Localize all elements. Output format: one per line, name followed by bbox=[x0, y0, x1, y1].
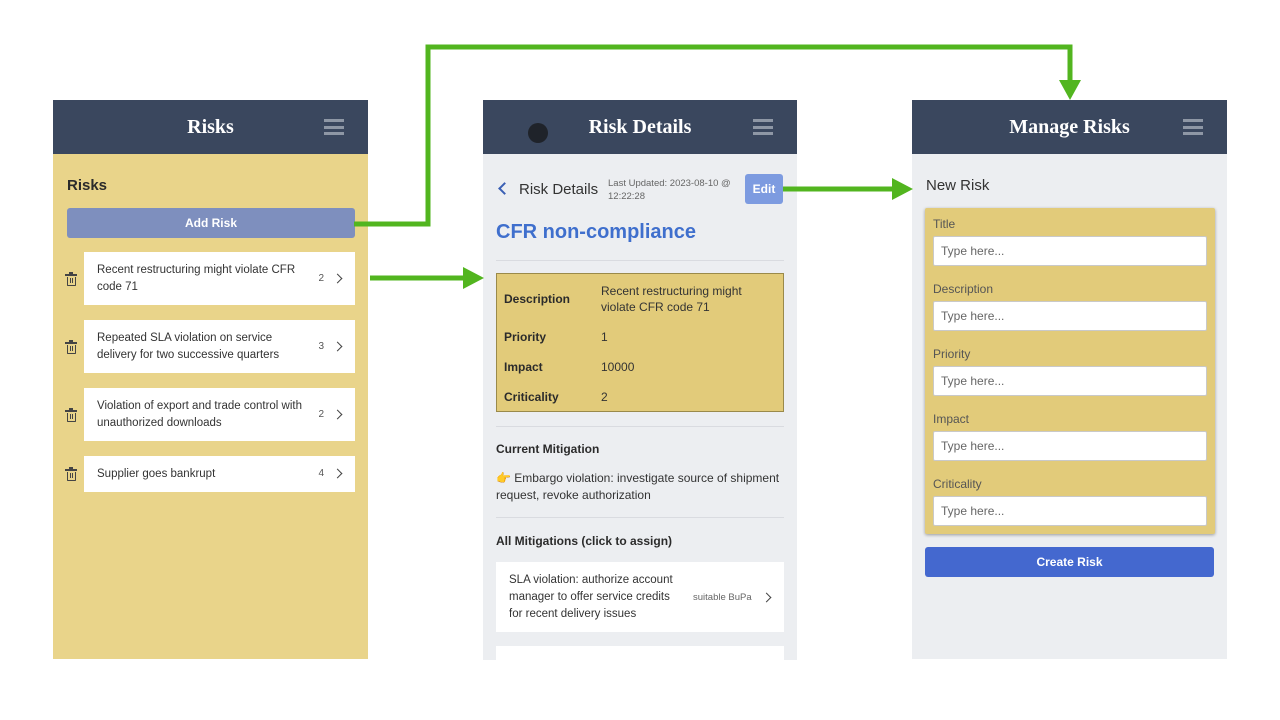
priority-label: Priority bbox=[504, 330, 547, 344]
description-label: Description bbox=[933, 282, 994, 296]
mitigation-tag: suitable BuPa bbox=[693, 592, 752, 603]
flow-arrow-head bbox=[1059, 80, 1081, 100]
risk-item-text: Violation of export and trade control wi… bbox=[97, 400, 302, 429]
menu-icon[interactable] bbox=[1183, 119, 1203, 135]
description-label: Description bbox=[504, 292, 571, 306]
last-updated: Last Updated: 2023-08-10 @ 12:22:28 bbox=[608, 178, 731, 202]
criticality-input[interactable] bbox=[933, 496, 1207, 526]
chevron-right-icon bbox=[332, 409, 343, 420]
risk-list-item[interactable]: Violation of export and trade control wi… bbox=[84, 388, 355, 441]
risk-list-item[interactable]: Repeated SLA violation on service delive… bbox=[84, 320, 355, 373]
title-input[interactable] bbox=[933, 236, 1207, 266]
description-input[interactable] bbox=[933, 301, 1207, 331]
chevron-right-icon bbox=[332, 273, 343, 284]
risk-item-count: 4 bbox=[318, 468, 324, 479]
risk-item-text: Supplier goes bankrupt bbox=[97, 468, 216, 480]
risks-topbar-title: Risks bbox=[187, 116, 234, 138]
mitigation-text: SLA violation: authorize account manager… bbox=[509, 574, 673, 620]
all-mitigations-heading: All Mitigations (click to assign) bbox=[496, 534, 673, 548]
create-risk-button[interactable]: Create Risk bbox=[925, 547, 1214, 577]
trash-icon[interactable] bbox=[65, 272, 77, 286]
criticality-value: 2 bbox=[601, 390, 608, 404]
divider bbox=[496, 517, 784, 518]
trash-icon[interactable] bbox=[65, 340, 77, 354]
chevron-right-icon bbox=[761, 592, 772, 603]
impact-label: Impact bbox=[504, 360, 543, 374]
trash-icon[interactable] bbox=[65, 467, 77, 481]
risk-title: CFR non-compliance bbox=[496, 221, 697, 243]
trash-icon[interactable] bbox=[65, 408, 77, 422]
details-topbar-title: Risk Details bbox=[588, 116, 692, 138]
divider bbox=[496, 426, 784, 427]
flow-arrow-head bbox=[463, 267, 484, 289]
current-mitigation-heading: Current Mitigation bbox=[496, 442, 600, 456]
risk-detail-table: Description Recent restructuring might v… bbox=[496, 273, 784, 412]
chevron-left-icon[interactable] bbox=[498, 182, 511, 195]
priority-value: 1 bbox=[601, 330, 608, 344]
risk-item-count: 2 bbox=[318, 409, 324, 420]
impact-label: Impact bbox=[933, 412, 970, 426]
manage-topbar-title: Manage Risks bbox=[1009, 116, 1130, 138]
menu-icon[interactable] bbox=[324, 119, 344, 135]
current-mitigation-text: 👉 Embargo violation: investigate source … bbox=[496, 471, 780, 502]
risk-item-text: Repeated SLA violation on service delive… bbox=[97, 332, 280, 361]
menu-icon[interactable] bbox=[753, 119, 773, 135]
mitigation-list-item[interactable]: SLA violation: authorize account manager… bbox=[496, 562, 784, 632]
new-risk-form: Title Description Priority Impact Critic… bbox=[925, 208, 1215, 534]
chevron-right-icon bbox=[332, 468, 343, 479]
details-topbar: Risk Details bbox=[483, 100, 797, 154]
priority-label: Priority bbox=[933, 347, 971, 361]
criticality-label: Criticality bbox=[933, 477, 982, 491]
risk-list-item[interactable]: Recent restructuring might violate CFR c… bbox=[84, 252, 355, 305]
risks-screen: Risks Risks Add Risk Recent restructurin… bbox=[53, 100, 368, 659]
divider bbox=[496, 260, 784, 261]
chevron-right-icon bbox=[332, 341, 343, 352]
risks-topbar: Risks bbox=[53, 100, 368, 154]
manage-risks-screen: Manage Risks New Risk Title Description … bbox=[912, 100, 1227, 659]
risk-details-screen: Risk Details Risk Details Last Updated: … bbox=[483, 100, 797, 660]
risks-heading: Risks bbox=[67, 177, 108, 194]
add-risk-button[interactable]: Add Risk bbox=[67, 208, 355, 238]
new-risk-heading: New Risk bbox=[926, 177, 990, 194]
risk-item-count: 3 bbox=[318, 341, 324, 352]
mitigation-list-item[interactable] bbox=[496, 646, 784, 660]
risk-item-count: 2 bbox=[318, 273, 324, 284]
priority-input[interactable] bbox=[933, 366, 1207, 396]
criticality-label: Criticality bbox=[504, 390, 559, 404]
risk-item-text: Recent restructuring might violate CFR c… bbox=[97, 264, 296, 293]
title-label: Title bbox=[933, 217, 956, 231]
description-value: Recent restructuring might violate CFR c… bbox=[601, 284, 742, 314]
manage-topbar: Manage Risks bbox=[912, 100, 1227, 154]
impact-input[interactable] bbox=[933, 431, 1207, 461]
risk-list-item[interactable]: Supplier goes bankrupt 4 bbox=[84, 456, 355, 492]
impact-value: 10000 bbox=[601, 360, 635, 374]
edit-button[interactable]: Edit bbox=[745, 174, 783, 204]
flow-arrow-head bbox=[892, 178, 913, 200]
details-subtitle: Risk Details bbox=[519, 181, 599, 198]
